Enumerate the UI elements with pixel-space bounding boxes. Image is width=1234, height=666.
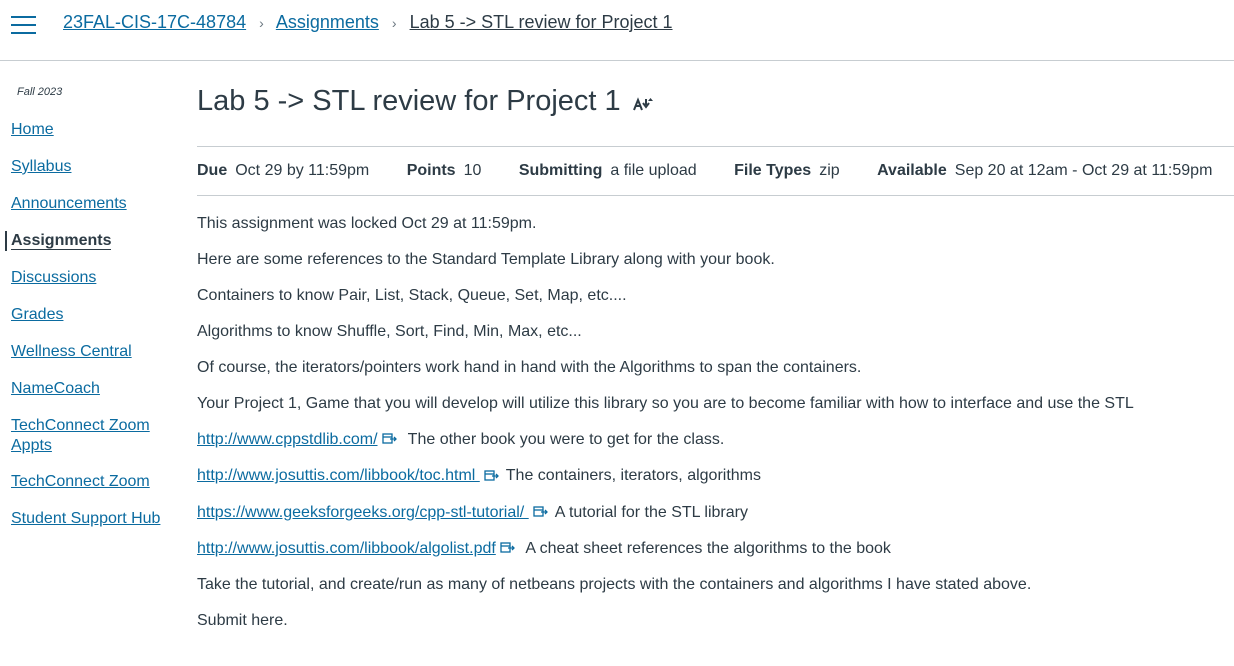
reference-link[interactable]: http://www.cppstdlib.com/	[197, 431, 378, 448]
submitting-label: Submitting	[518, 162, 603, 179]
sidebar-item-discussions[interactable]: Discussions	[5, 268, 175, 288]
breadcrumb: 23FAL-CIS-17C-48784 › Assignments › Lab …	[63, 12, 673, 33]
top-header: 23FAL-CIS-17C-48784 › Assignments › Lab …	[0, 0, 1234, 61]
sidebar-item-announcements[interactable]: Announcements	[5, 194, 175, 214]
reference-link[interactable]: http://www.josuttis.com/libbook/algolist…	[197, 540, 496, 557]
term-label: Fall 2023	[17, 86, 63, 98]
external-link-icon[interactable]	[381, 430, 398, 449]
intro-paragraph: Here are some references to the Standard…	[197, 251, 775, 268]
reference-line: https://www.geeksforgeeks.org/cpp-stl-tu…	[197, 503, 1234, 522]
file-types-value: zip	[819, 162, 840, 179]
breadcrumb-current-page[interactable]: Lab 5 -> STL review for Project 1	[410, 12, 673, 32]
tutorial-paragraph: Take the tutorial, and create/run as man…	[197, 576, 1032, 594]
sidebar-item-syllabus[interactable]: Syllabus	[5, 157, 175, 177]
page-title: Lab 5 -> STL review for Project 1	[197, 85, 655, 119]
reference-note: The containers, iterators, algorithms	[505, 467, 761, 485]
sidebar-item-grades[interactable]: Grades	[5, 305, 175, 325]
available-label: Available	[877, 162, 947, 179]
breadcrumb-assignments-link[interactable]: Assignments	[276, 12, 379, 32]
external-link-icon[interactable]	[500, 539, 516, 558]
breadcrumb-separator-icon: ›	[391, 15, 397, 31]
reference-line: http://www.josuttis.com/libbook/toc.html…	[197, 466, 1234, 485]
reference-note: The other book you were to get for the c…	[403, 431, 725, 448]
sidebar-item-home[interactable]: Home	[5, 120, 175, 140]
locked-notice: This assignment was locked Oct 29 at 11:…	[197, 215, 537, 232]
sidebar-item-techconnect-zoom-appts[interactable]: TechConnect Zoom Appts	[5, 416, 156, 456]
points-label: Points	[406, 162, 456, 179]
assignment-main: Lab 5 -> STL review for Project 1 Due Oct…	[197, 80, 1234, 647]
reference-line: http://www.josuttis.com/libbook/algolist…	[197, 539, 1234, 558]
sidebar-item-namecoach[interactable]: NameCoach	[5, 379, 175, 399]
containers-paragraph: Containers to know Pair, List, Stack, Qu…	[197, 287, 627, 304]
assignment-description: This assignment was locked Oct 29 at 11:…	[197, 214, 1234, 630]
sidebar-item-techconnect-zoom[interactable]: TechConnect Zoom	[5, 472, 175, 492]
due-label: Due	[197, 162, 228, 179]
iterators-paragraph: Of course, the iterators/pointers work h…	[197, 359, 862, 376]
sidebar-item-label: Assignments	[11, 232, 112, 250]
reference-note: A tutorial for the STL library	[554, 503, 748, 521]
breadcrumb-separator-icon: ›	[259, 15, 264, 31]
reference-link[interactable]: https://www.geeksforgeeks.org/cpp-stl-tu…	[197, 504, 529, 521]
reference-note: A cheat sheet references the algorithms …	[521, 539, 891, 557]
sidebar-item-wellness-central[interactable]: Wellness Central	[5, 342, 175, 362]
external-link-icon[interactable]	[484, 467, 500, 486]
hamburger-menu-icon[interactable]	[11, 16, 36, 34]
page-title-text: Lab 5 -> STL review for Project 1	[197, 85, 621, 117]
breadcrumb-course-link[interactable]: 23FAL-CIS-17C-48784	[63, 12, 246, 32]
reference-line: http://www.cppstdlib.com/ The other book…	[197, 430, 1234, 449]
file-types-label: File Types	[734, 162, 812, 179]
points-value: 10	[463, 162, 482, 179]
reference-link[interactable]: http://www.josuttis.com/libbook/toc.html	[197, 467, 480, 484]
course-navigation: Fall 2023 Home Syllabus Announcements As…	[5, 86, 175, 546]
due-value: Oct 29 by 11:59pm	[235, 162, 370, 179]
external-link-icon[interactable]	[533, 503, 549, 522]
sidebar-item-assignments[interactable]: Assignments	[5, 231, 175, 251]
translate-icon[interactable]	[632, 86, 655, 119]
title-row: Lab 5 -> STL review for Project 1	[197, 80, 1234, 147]
submitting-value: a file upload	[610, 162, 697, 179]
algorithms-paragraph: Algorithms to know Shuffle, Sort, Find, …	[197, 323, 582, 340]
assignment-details: Due Oct 29 by 11:59pm Points 10 Submitting…	[197, 147, 1234, 196]
sidebar-item-student-support-hub[interactable]: Student Support Hub	[5, 509, 175, 529]
project-paragraph: Your Project 1, Game that you will devel…	[197, 395, 1134, 412]
available-value: Sep 20 at 12am - Oct 29 at 11:59pm	[954, 162, 1213, 179]
submit-paragraph: Submit here.	[197, 612, 288, 630]
